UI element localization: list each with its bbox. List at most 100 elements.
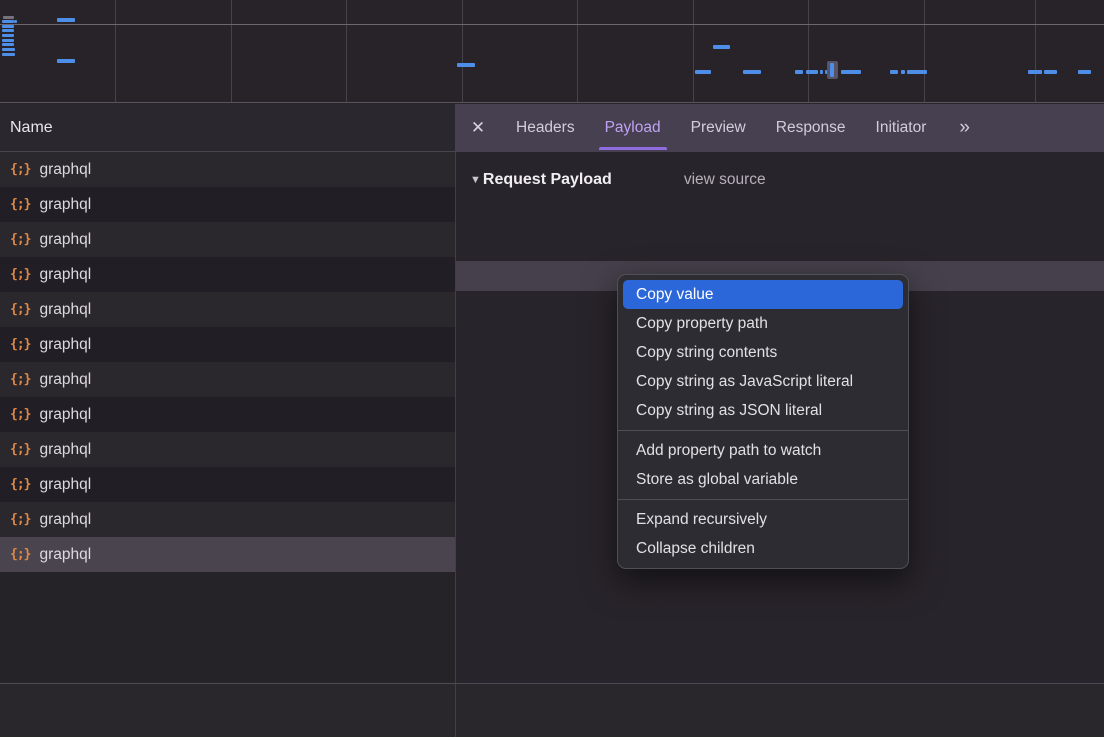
overview-gridline (577, 0, 578, 102)
json-file-icon: {;} (10, 302, 30, 317)
request-row[interactable]: {;} graphql (0, 502, 455, 537)
overview-request-bar (713, 45, 730, 49)
overview-request-bar (795, 70, 803, 74)
overview-request-bar (2, 34, 14, 37)
request-row[interactable]: {;}graphql (0, 397, 455, 432)
tab-response[interactable]: Response (761, 104, 861, 152)
close-icon[interactable]: ✕ (455, 118, 501, 138)
overview-selected-request-marker (827, 61, 838, 79)
status-footer (0, 683, 1104, 737)
json-file-icon: {;} (10, 267, 30, 282)
overview-gridline (462, 0, 463, 102)
overview-gridline (808, 0, 809, 102)
more-tabs-icon[interactable]: » (949, 117, 978, 139)
tab-list: HeadersPayloadPreviewResponseInitiator (501, 104, 941, 152)
overview-request-bar (2, 39, 14, 42)
overview-request-bar (2, 43, 14, 46)
overview-gridline (693, 0, 694, 102)
overview-gridline (115, 0, 116, 102)
overview-request-bar (890, 70, 898, 74)
request-row[interactable]: {;} graphql (0, 257, 455, 292)
menu-item-store-as-global-variable[interactable]: Store as global variable (623, 465, 903, 494)
request-name-label: graphql (39, 511, 91, 529)
footer-divider (455, 684, 456, 737)
request-name-label: graphql (39, 231, 91, 249)
overview-request-bar (695, 70, 711, 74)
overview-request-bar (901, 70, 905, 74)
request-name-label: graphql (39, 441, 91, 459)
json-file-icon: {;} (10, 407, 30, 422)
overview-gray-marker (3, 16, 14, 19)
context-menu-group: Expand recursivelyCollapse children (618, 499, 908, 563)
request-row[interactable]: {;}graphql (0, 467, 455, 502)
request-row[interactable]: {;} graphql (0, 292, 455, 327)
tab-payload[interactable]: Payload (590, 104, 676, 152)
overview-request-bar (57, 59, 75, 63)
view-source-link[interactable]: view source (684, 171, 766, 189)
request-payload-section[interactable]: ▼ Request Payload view source (470, 167, 1104, 193)
request-row[interactable]: {;} graphql (0, 537, 455, 572)
request-name-label: graphql (39, 546, 91, 564)
request-row[interactable]: {;}graphql (0, 362, 455, 397)
detail-tab-bar: ✕ HeadersPayloadPreviewResponseInitiator… (455, 104, 1104, 152)
request-row[interactable]: {;}graphql (0, 432, 455, 467)
request-name-label: graphql (39, 266, 91, 284)
overview-request-bar (1044, 70, 1057, 74)
overview-gridline (924, 0, 925, 102)
menu-item-add-property-path-to-watch[interactable]: Add property path to watch (623, 436, 903, 465)
overview-request-bar (743, 70, 761, 74)
overview-horizontal-gridline (0, 24, 1104, 25)
overview-request-bar (57, 18, 75, 22)
json-file-icon: {;} (10, 477, 30, 492)
request-list: {;} graphql {;} graphql {;} graphql {;} graphql… (0, 152, 455, 682)
json-file-icon: {;} (10, 512, 30, 527)
payload-row-operationname[interactable]: operationName: "ipFlowTimeseries" (456, 231, 1104, 261)
overview-gridline (346, 0, 347, 102)
context-menu-group: Add property path to watchStore as globa… (618, 430, 908, 494)
overview-request-bar (14, 20, 17, 23)
request-row[interactable]: {;}graphql (0, 327, 455, 362)
json-file-icon: {;} (10, 547, 30, 562)
tab-headers[interactable]: Headers (501, 104, 590, 152)
menu-item-copy-property-path[interactable]: Copy property path (623, 309, 903, 338)
overview-request-bar (1028, 70, 1042, 74)
overview-request-bar (806, 70, 818, 74)
menu-item-copy-string-as-javascript-literal[interactable]: Copy string as JavaScript literal (623, 367, 903, 396)
overview-request-bar (820, 70, 823, 74)
overview-request-bar (2, 48, 15, 51)
request-row[interactable]: {;}graphql (0, 152, 455, 187)
tab-preview[interactable]: Preview (676, 104, 761, 152)
json-file-icon: {;} (10, 337, 30, 352)
menu-item-copy-string-contents[interactable]: Copy string contents (623, 338, 903, 367)
request-name-label: graphql (39, 196, 91, 214)
menu-item-collapse-children[interactable]: Collapse children (623, 534, 903, 563)
request-row[interactable]: {;} graphql (0, 187, 455, 222)
name-column-header[interactable]: Name (0, 104, 455, 152)
overview-request-bar (1078, 70, 1091, 74)
section-title: Request Payload (483, 171, 612, 189)
request-name-label: graphql (39, 371, 91, 389)
overview-request-bar (2, 20, 14, 23)
json-file-icon: {;} (10, 197, 30, 212)
overview-request-bar (907, 70, 927, 74)
overview-request-bar (2, 29, 14, 32)
request-name-label: graphql (39, 161, 91, 179)
screenshot-canvas: Name ✕ HeadersPayloadPreviewResponseInit… (0, 0, 1110, 740)
menu-item-expand-recursively[interactable]: Expand recursively (623, 505, 903, 534)
overview-request-bar (2, 25, 14, 28)
menu-item-copy-string-as-json-literal[interactable]: Copy string as JSON literal (623, 396, 903, 425)
tab-initiator[interactable]: Initiator (861, 104, 942, 152)
network-overview-timeline[interactable] (0, 0, 1104, 103)
request-name-label: graphql (39, 301, 91, 319)
devtools-network-panel: Name ✕ HeadersPayloadPreviewResponseInit… (0, 0, 1104, 737)
overview-gridline (231, 0, 232, 102)
json-file-icon: {;} (10, 232, 30, 247)
request-row[interactable]: {;} graphql (0, 222, 455, 257)
overview-gridline (1035, 0, 1036, 102)
context-menu-group: Copy valueCopy property pathCopy string … (618, 280, 908, 425)
overview-request-bar (2, 53, 15, 56)
menu-item-copy-value[interactable]: Copy value (623, 280, 903, 309)
payload-root-row[interactable]: ▼ {operationName: "ipFlowTimeseries", va… (456, 201, 1104, 231)
overview-request-bar (841, 70, 861, 74)
section-expand-icon[interactable]: ▼ (470, 174, 481, 186)
